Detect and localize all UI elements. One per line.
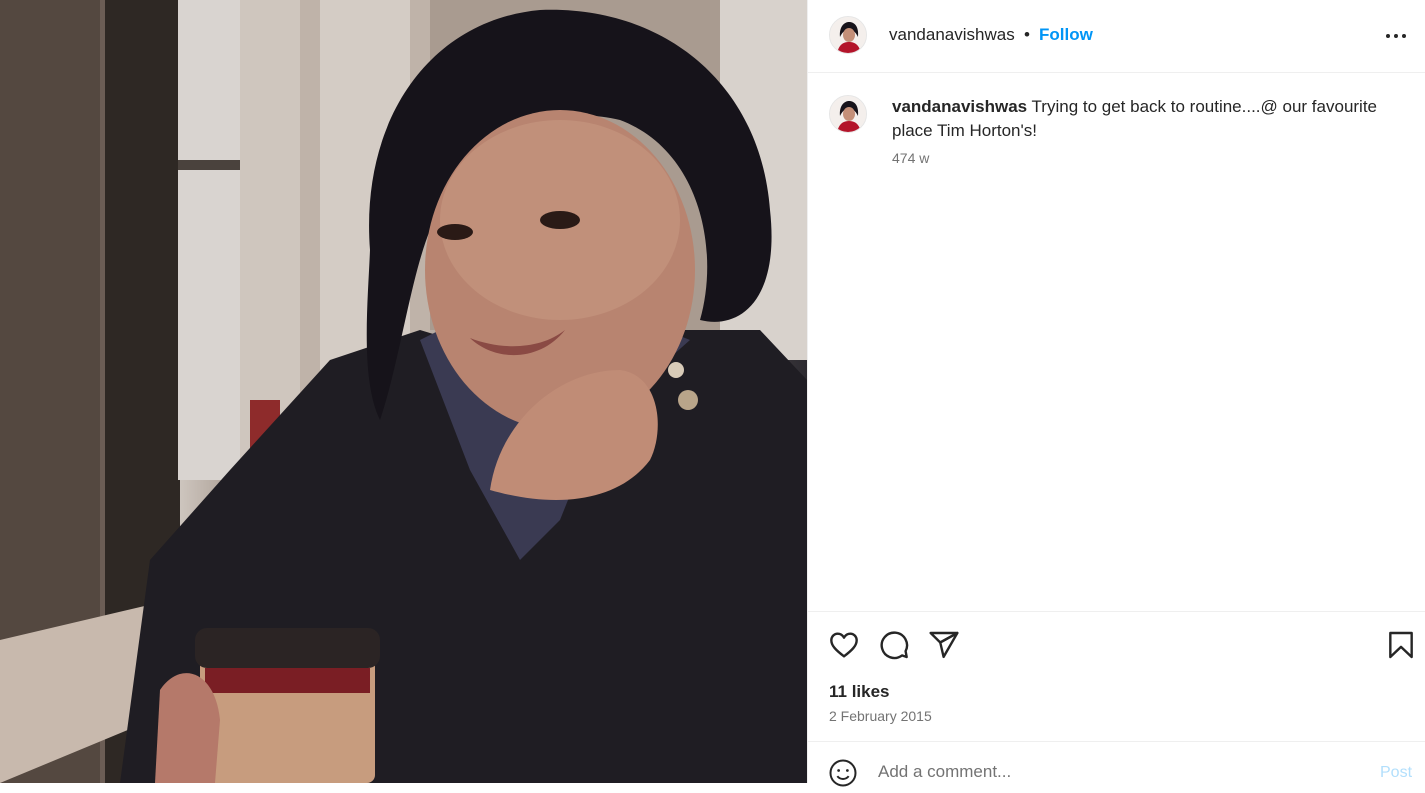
likes-count[interactable]: 11 likes [829,682,890,702]
caption-age[interactable]: 474 w [892,150,929,166]
caption-username[interactable]: vandanavishwas [892,97,1027,116]
avatar[interactable] [829,16,867,54]
actions-bar: 11 likes 2 February 2015 [808,611,1425,741]
post-header: vandanavishwas • Follow [808,0,1425,73]
bookmark-icon[interactable] [1385,629,1417,661]
post-button[interactable]: Post [1380,764,1412,782]
post-photo[interactable] [0,0,807,783]
send-icon[interactable] [928,629,960,661]
emoji-icon[interactable] [828,758,858,788]
heart-icon[interactable] [828,629,860,661]
more-horizontal-icon[interactable] [1386,26,1410,46]
comment-input[interactable] [878,762,1338,782]
follow-button[interactable]: Follow [1039,25,1093,45]
post-date: 2 February 2015 [829,708,932,724]
separator-dot: • [1024,25,1030,44]
comment-bar: Post [808,741,1425,787]
username[interactable]: vandanavishwas [889,25,1015,45]
comment-icon[interactable] [878,629,910,661]
caption-avatar[interactable] [829,95,867,133]
post-sidebar: vandanavishwas • Follow vandanavishwas T… [807,0,1425,787]
post-caption: vandanavishwas Trying to get back to rou… [892,95,1402,143]
